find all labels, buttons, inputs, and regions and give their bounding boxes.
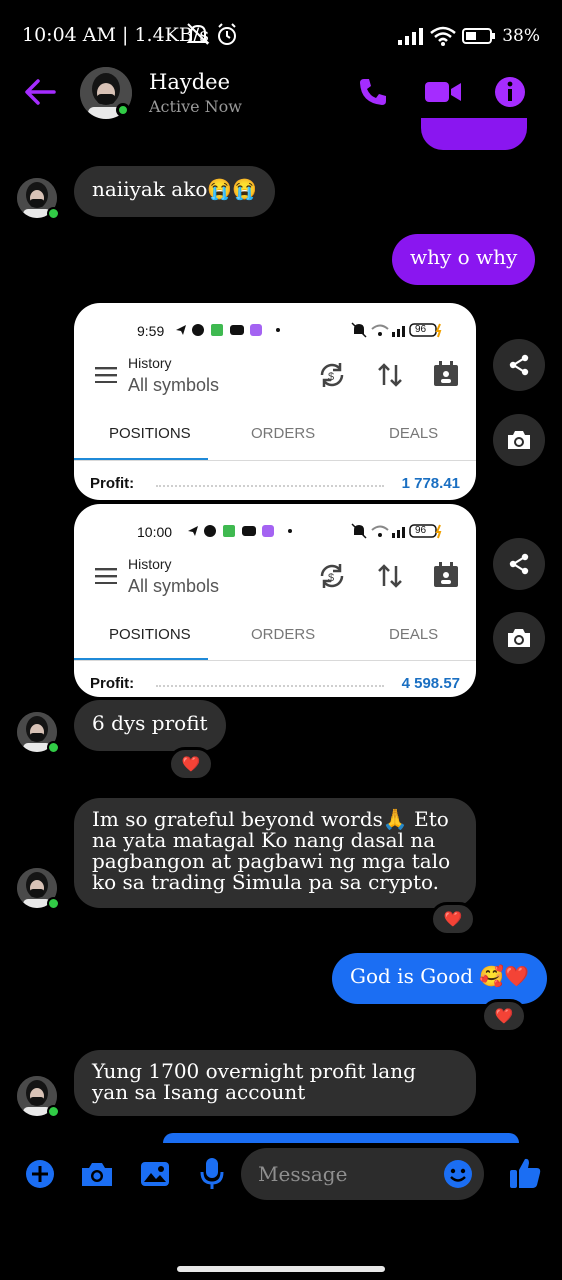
card-status-icons xyxy=(351,322,442,338)
card-divider xyxy=(74,460,476,461)
message-outgoing[interactable]: why o why xyxy=(392,234,536,285)
tab-orders: ORDERS xyxy=(251,425,316,442)
card-symbols: All symbols xyxy=(128,375,220,395)
card-divider xyxy=(74,660,476,661)
online-indicator xyxy=(47,741,60,754)
refresh-currency-icon: $ xyxy=(320,564,344,588)
save-photo-button[interactable] xyxy=(493,612,545,664)
avatar xyxy=(17,178,60,220)
status-time: 10:04 AM | 1.4KB/s xyxy=(22,24,209,46)
heart-reaction[interactable]: ❤️ xyxy=(168,747,214,781)
svg-text:$: $ xyxy=(328,572,334,584)
tab-deals: DEALS xyxy=(389,425,439,442)
online-indicator xyxy=(47,1105,60,1118)
message-incoming[interactable]: naiiyak ako😭😭 xyxy=(74,166,276,217)
video-call-icon[interactable] xyxy=(423,74,463,110)
menu-icon xyxy=(95,367,117,383)
tab-positions: POSITIONS xyxy=(109,626,191,643)
info-icon[interactable] xyxy=(492,74,528,110)
battery-percent: 38% xyxy=(502,26,540,46)
thumbs-up-icon[interactable] xyxy=(508,1156,542,1190)
card-status-icons xyxy=(351,523,442,539)
profit-label: Profit: xyxy=(90,475,135,492)
card-battery: 96 xyxy=(415,525,427,536)
calendar-icon xyxy=(434,361,458,386)
status-bar: 10:04 AM | 1.4KB/s 38% xyxy=(0,0,562,70)
heart-icon: ❤️ xyxy=(181,755,201,773)
back-arrow-icon[interactable] xyxy=(22,74,58,110)
share-icon xyxy=(509,553,529,575)
heart-reaction[interactable]: ❤️ xyxy=(430,902,476,936)
image-icon[interactable] xyxy=(140,1160,170,1188)
mute-alarm-icons xyxy=(186,23,236,45)
message-incoming[interactable]: 6 dys profit xyxy=(74,700,226,751)
avatar xyxy=(17,1076,60,1118)
sort-icon xyxy=(378,564,402,588)
message-incoming[interactable]: Im so grateful beyond words🙏 Eto na yata… xyxy=(74,798,476,908)
app-icons xyxy=(176,324,280,336)
status-right: 38% xyxy=(398,24,540,48)
menu-icon xyxy=(95,568,117,584)
share-icon xyxy=(509,354,529,376)
contact-status: Active Now xyxy=(149,97,242,116)
save-photo-button[interactable] xyxy=(493,414,545,466)
profit-value: 4 598.57 xyxy=(401,675,460,692)
share-button[interactable] xyxy=(493,339,545,391)
card-history-title: History xyxy=(128,355,172,371)
add-icon[interactable] xyxy=(25,1159,55,1189)
tab-positions: POSITIONS xyxy=(109,425,191,442)
profit-dots xyxy=(156,685,384,687)
share-button[interactable] xyxy=(493,538,545,590)
tab-orders: ORDERS xyxy=(251,626,316,643)
card-battery: 96 xyxy=(415,324,427,335)
message-outgoing[interactable]: God is Good 🥰❤️ xyxy=(332,953,548,1004)
battery-icon xyxy=(462,28,496,44)
heart-reaction[interactable]: ❤️ xyxy=(481,999,527,1033)
refresh-currency-icon: $ xyxy=(320,363,344,387)
message-outgoing-partial[interactable] xyxy=(421,118,527,150)
online-indicator xyxy=(47,897,60,910)
camera-icon xyxy=(508,629,530,647)
avatar xyxy=(17,712,60,754)
mute-icon xyxy=(186,23,210,45)
emoji-icon[interactable] xyxy=(443,1159,473,1189)
phone-call-icon[interactable] xyxy=(355,74,391,110)
home-indicator xyxy=(177,1266,385,1272)
online-indicator xyxy=(116,103,130,117)
camera-icon[interactable] xyxy=(80,1160,114,1188)
chat-header: Haydee Active Now xyxy=(0,62,562,126)
screenshot-card-1[interactable]: 9:59 96 History All symbols $ POSITIONS … xyxy=(74,303,476,500)
card-time: 9:59 xyxy=(137,323,165,339)
profit-value: 1 778.41 xyxy=(401,475,460,492)
heart-icon: ❤️ xyxy=(494,1007,514,1025)
signal-icon xyxy=(398,28,424,45)
wifi-icon xyxy=(430,26,457,46)
heart-icon: ❤️ xyxy=(443,910,463,928)
alarm-icon xyxy=(218,23,236,45)
camera-icon xyxy=(508,431,530,449)
composer-bar xyxy=(0,1140,562,1210)
sort-icon xyxy=(378,363,402,387)
card-symbols: All symbols xyxy=(128,576,220,596)
message-incoming[interactable]: Yung 1700 overnight profit lang yan sa I… xyxy=(74,1050,476,1116)
contact-name[interactable]: Haydee xyxy=(149,70,230,94)
card-time: 10:00 xyxy=(137,524,173,540)
profit-dots xyxy=(156,485,384,487)
profit-label: Profit: xyxy=(90,675,135,692)
svg-text:$: $ xyxy=(328,371,334,383)
app-icons xyxy=(188,525,292,537)
online-indicator xyxy=(47,207,60,220)
mic-icon[interactable] xyxy=(199,1157,225,1191)
screenshot-card-2[interactable]: 10:00 96 History All symbols $ POSITIONS… xyxy=(74,504,476,697)
avatar xyxy=(17,868,60,910)
calendar-icon xyxy=(434,562,458,587)
card-history-title: History xyxy=(128,556,172,572)
tab-deals: DEALS xyxy=(389,626,439,643)
